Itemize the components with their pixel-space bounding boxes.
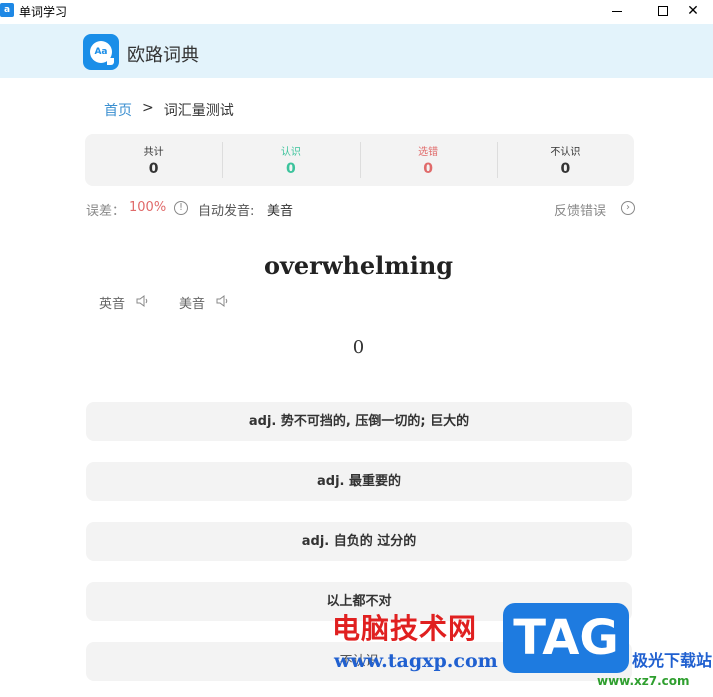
option-button-2[interactable]: adj. 最重要的 (86, 462, 632, 501)
minimize-icon (612, 10, 622, 12)
watermark-text: 电脑技术网 (332, 612, 478, 645)
auto-sound-value[interactable]: 美音 (267, 200, 293, 219)
minimize-button[interactable] (594, 0, 640, 22)
stat-total-value: 0 (148, 161, 159, 177)
error-label: 误差： (86, 204, 126, 219)
stat-known-value: 0 (286, 161, 296, 177)
watermark-tag-logo: TAG (503, 603, 629, 673)
test-word: overwhelming (263, 251, 454, 280)
uk-pronunciation-label[interactable]: 英音 (99, 293, 125, 312)
breadcrumb-separator: > (142, 100, 154, 116)
stat-known: 认识 0 (222, 134, 359, 186)
breadcrumb: 首页 > 词汇量测试 (104, 100, 234, 120)
us-pronunciation-label[interactable]: 美音 (179, 293, 205, 312)
app-logo[interactable]: Aa (83, 34, 119, 70)
info-icon[interactable]: ! (174, 201, 188, 215)
feedback-link[interactable]: 反馈错误 (554, 200, 606, 219)
stat-total-label: 共计 (143, 147, 164, 158)
uk-speaker-icon[interactable] (136, 295, 150, 307)
error-value: 100% (129, 200, 167, 215)
countdown-counter: 0 (352, 337, 365, 358)
logo-text: Aa (90, 41, 112, 63)
stat-wrong: 选错 0 (359, 134, 497, 186)
stat-wrong-value: 0 (423, 161, 433, 177)
window-titlebar: a 单词学习 ✕ (0, 0, 713, 22)
maximize-icon (658, 6, 668, 16)
close-button[interactable]: ✕ (673, 0, 713, 22)
app-header: Aa 欧路词典 (0, 24, 713, 78)
info-row: 误差： 100% ! 自动发音: 美音 反馈错误 › (86, 200, 636, 219)
watermark-site: 极光下载站 (632, 651, 713, 670)
stat-unknown-value: 0 (560, 161, 571, 177)
us-speaker-icon[interactable] (216, 295, 230, 307)
stats-card: 共计 0 认识 0 选错 0 不认识 0 (85, 134, 634, 186)
breadcrumb-home-link[interactable]: 首页 (104, 100, 132, 120)
stat-unknown: 不认识 0 (496, 134, 634, 186)
stat-total: 共计 0 (85, 134, 222, 186)
stat-unknown-label: 不认识 (550, 147, 581, 158)
option-button-1[interactable]: adj. 势不可挡的, 压倒一切的; 巨大的 (86, 402, 632, 441)
stat-known-label: 认识 (280, 147, 301, 158)
option-button-3[interactable]: adj. 自负的 过分的 (86, 522, 632, 561)
watermark-url-2: www.xz7.com (597, 674, 690, 688)
close-icon: ✕ (687, 3, 699, 19)
breadcrumb-current: 词汇量测试 (163, 103, 234, 119)
auto-sound-label: 自动发音: (198, 204, 255, 219)
watermark-url: www.tagxp.com (334, 650, 498, 672)
app-icon: a (0, 3, 14, 17)
stat-wrong-label: 选错 (418, 147, 439, 158)
chevron-right-icon[interactable]: › (621, 201, 635, 215)
window-title: 单词学习 (19, 5, 68, 19)
app-name: 欧路词典 (127, 45, 199, 66)
